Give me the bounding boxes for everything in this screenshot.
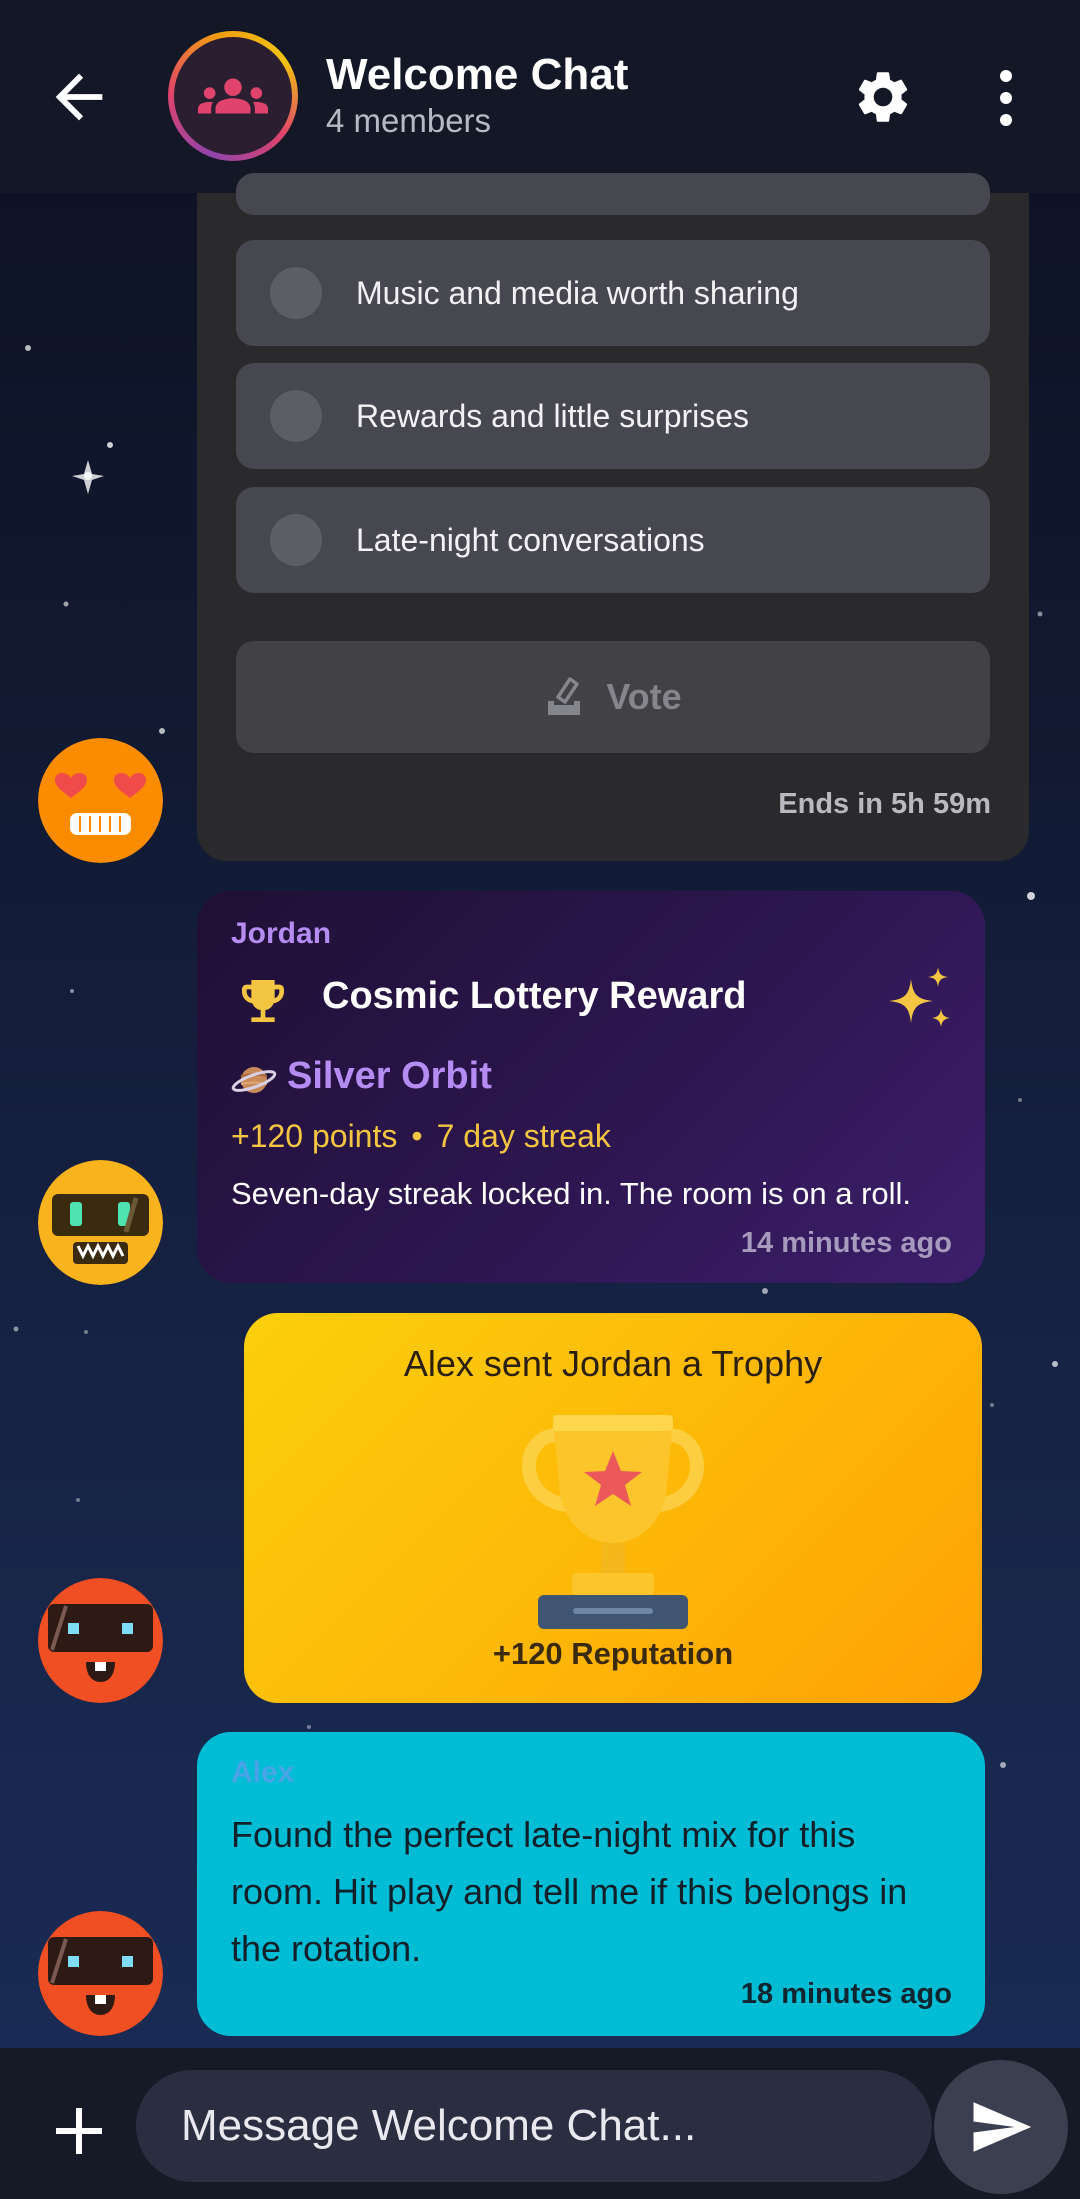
add-attachment-button[interactable] bbox=[52, 2104, 106, 2158]
avatar[interactable] bbox=[38, 1911, 163, 2036]
gift-title: Alex sent Jordan a Trophy bbox=[403, 1343, 823, 1384]
poll-option-label: Late-night conversations bbox=[356, 521, 705, 558]
reward-title: Cosmic Lottery Reward bbox=[322, 975, 747, 1017]
avatar[interactable] bbox=[38, 738, 163, 863]
chat-title: Welcome Chat bbox=[326, 50, 629, 99]
sparkles-icon bbox=[889, 967, 950, 1027]
message-input[interactable] bbox=[136, 2070, 932, 2182]
arrow-left-icon bbox=[55, 73, 103, 121]
gift-reputation: +120 Reputation bbox=[492, 1636, 734, 1671]
poll-option[interactable]: Music and media worth sharing bbox=[236, 240, 990, 346]
sunglasses-avatar-icon bbox=[38, 1911, 163, 2036]
radio-button[interactable] bbox=[270, 514, 322, 566]
avatar[interactable] bbox=[38, 1160, 163, 1285]
avatar[interactable] bbox=[38, 1578, 163, 1703]
gift-card: Alex sent Jordan a Trophy +120 Reputatio… bbox=[244, 1313, 982, 1703]
timestamp: 14 minutes ago bbox=[740, 1227, 952, 1259]
sender-name: Jordan bbox=[231, 917, 332, 950]
message-composer bbox=[0, 2048, 1080, 2199]
poll-option[interactable]: Rewards and little surprises bbox=[236, 363, 990, 469]
streak-text: 7 day streak bbox=[436, 1118, 611, 1154]
timestamp: 18 minutes ago bbox=[740, 1978, 952, 2010]
reward-tier: Silver Orbit bbox=[287, 1055, 492, 1097]
more-vertical-icon bbox=[1000, 70, 1012, 126]
heart-eyes-avatar-icon bbox=[38, 738, 163, 863]
member-count: 4 members bbox=[326, 102, 492, 139]
poll-ends-text: Ends in 5h 59m bbox=[778, 788, 991, 820]
radio-button[interactable] bbox=[270, 390, 322, 442]
settings-button[interactable] bbox=[852, 66, 914, 128]
poll-option[interactable]: Late-night conversations bbox=[236, 487, 990, 593]
send-button[interactable] bbox=[934, 2060, 1068, 2194]
trophy-illustration bbox=[522, 1415, 704, 1629]
chat-header: Welcome Chat 4 members bbox=[0, 0, 1080, 193]
poll-option-label: Music and media worth sharing bbox=[356, 274, 799, 311]
separator-dot: • bbox=[411, 1118, 423, 1154]
sunglasses-avatar-icon bbox=[38, 1578, 163, 1703]
reward-stats: +120 points • 7 day streak bbox=[231, 1118, 611, 1155]
more-options-button[interactable] bbox=[990, 68, 1022, 128]
robot-avatar-icon bbox=[38, 1160, 163, 1285]
radio-button[interactable] bbox=[270, 267, 322, 319]
trophy-icon bbox=[242, 980, 284, 1022]
gear-icon bbox=[858, 72, 908, 122]
vote-button[interactable]: Vote bbox=[236, 641, 990, 753]
reward-card: Jordan Cosmic Lottery Reward Silver Orbi… bbox=[197, 891, 985, 1283]
back-button[interactable] bbox=[44, 62, 114, 132]
message-bubble[interactable]: Alex Found the perfect late-night mix fo… bbox=[197, 1732, 985, 2036]
poll-option-label: Rewards and little surprises bbox=[356, 397, 750, 434]
poll-card: Music and media worth sharing Rewards an… bbox=[197, 173, 1029, 861]
vote-label: Vote bbox=[606, 676, 682, 717]
plus-icon bbox=[56, 2108, 102, 2154]
send-icon bbox=[973, 2102, 1032, 2152]
message-text: Found the perfect late-night mix for thi… bbox=[231, 1814, 908, 1969]
sender-name: Alex bbox=[231, 1756, 295, 1789]
poll-option-partial[interactable] bbox=[236, 173, 990, 215]
group-avatar[interactable] bbox=[168, 31, 298, 161]
reward-message: Seven-day streak locked in. The room is … bbox=[231, 1176, 912, 1211]
planet-icon bbox=[231, 1067, 277, 1093]
points-text: +120 points bbox=[231, 1118, 398, 1154]
ballot-icon bbox=[548, 677, 581, 715]
group-icon bbox=[198, 78, 268, 114]
